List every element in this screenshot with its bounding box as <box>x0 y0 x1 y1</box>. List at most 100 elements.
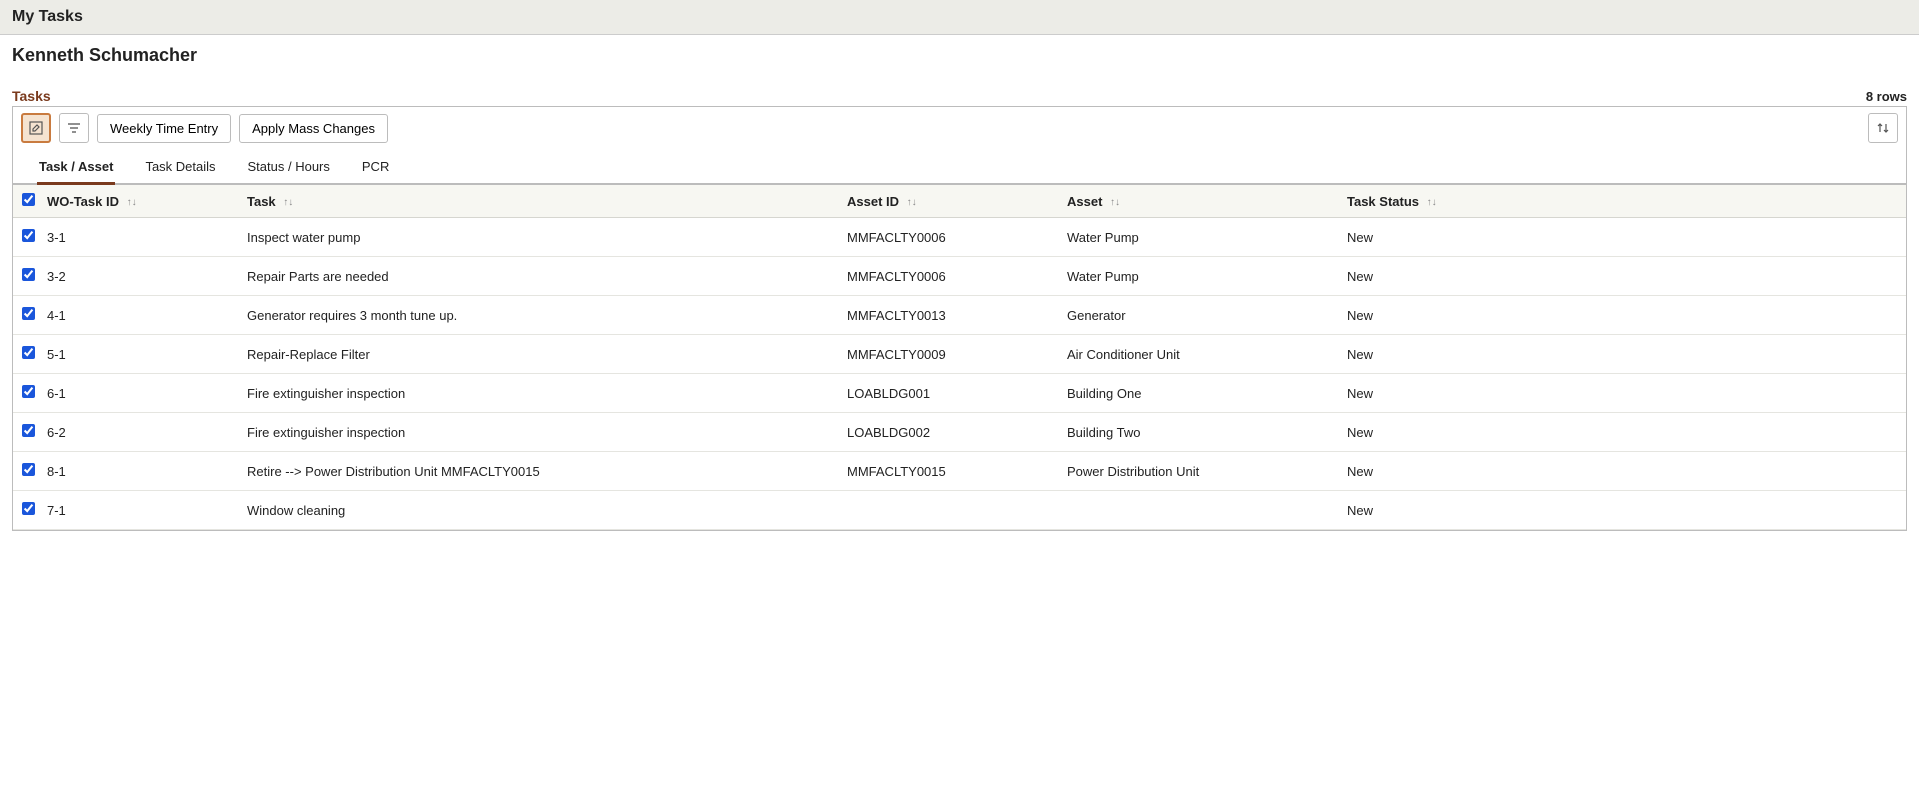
edit-icon <box>28 120 44 136</box>
cell-task-status: New <box>1341 374 1906 413</box>
toolbar: Weekly Time Entry Apply Mass Changes <box>12 106 1907 149</box>
cell-asset-id: MMFACLTY0006 <box>841 257 1061 296</box>
select-all-checkbox[interactable] <box>22 193 35 206</box>
row-checkbox-cell <box>13 257 41 296</box>
table-row[interactable]: 6-1Fire extinguisher inspectionLOABLDG00… <box>13 374 1906 413</box>
header-asset-id-label: Asset ID <box>847 194 899 209</box>
cell-task-status: New <box>1341 218 1906 257</box>
header-asset-id[interactable]: Asset ID ↑↓ <box>841 185 1061 218</box>
tab-pcr[interactable]: PCR <box>360 149 391 185</box>
cell-asset-id: MMFACLTY0006 <box>841 218 1061 257</box>
cell-asset: Air Conditioner Unit <box>1061 335 1341 374</box>
row-checkbox[interactable] <box>22 229 35 242</box>
row-checkbox[interactable] <box>22 268 35 281</box>
table-row[interactable]: 8-1Retire --> Power Distribution Unit MM… <box>13 452 1906 491</box>
sort-columns-button[interactable] <box>1868 113 1898 143</box>
tab-task-details[interactable]: Task Details <box>143 149 217 185</box>
row-checkbox-cell <box>13 374 41 413</box>
table-row[interactable]: 6-2Fire extinguisher inspectionLOABLDG00… <box>13 413 1906 452</box>
section-title: Tasks <box>12 88 51 104</box>
user-name: Kenneth Schumacher <box>12 45 1907 66</box>
cell-task-status: New <box>1341 452 1906 491</box>
table-header-row: WO-Task ID ↑↓ Task ↑↓ Asset ID ↑↓ Asset … <box>13 185 1906 218</box>
sort-icon: ↑↓ <box>1110 197 1120 208</box>
row-checkbox[interactable] <box>22 307 35 320</box>
tab-status-hours[interactable]: Status / Hours <box>246 149 332 185</box>
cell-asset-id: MMFACLTY0013 <box>841 296 1061 335</box>
cell-task: Fire extinguisher inspection <box>241 413 841 452</box>
sort-icon: ↑↓ <box>283 197 293 208</box>
cell-task: Retire --> Power Distribution Unit MMFAC… <box>241 452 841 491</box>
tabs: Task / Asset Task Details Status / Hours PC… <box>12 149 1907 185</box>
apply-mass-changes-button[interactable]: Apply Mass Changes <box>239 114 388 143</box>
cell-task: Inspect water pump <box>241 218 841 257</box>
cell-wo-task-id: 7-1 <box>41 491 241 530</box>
sort-up-down-icon <box>1876 121 1890 135</box>
header-wo-task-id[interactable]: WO-Task ID ↑↓ <box>41 185 241 218</box>
cell-asset: Water Pump <box>1061 257 1341 296</box>
table-wrap: WO-Task ID ↑↓ Task ↑↓ Asset ID ↑↓ Asset … <box>12 185 1907 531</box>
header-task-status[interactable]: Task Status ↑↓ <box>1341 185 1906 218</box>
cell-task: Generator requires 3 month tune up. <box>241 296 841 335</box>
cell-wo-task-id: 4-1 <box>41 296 241 335</box>
row-count: 8 rows <box>1866 89 1907 104</box>
table-row[interactable]: 3-2Repair Parts are neededMMFACLTY0006Wa… <box>13 257 1906 296</box>
cell-asset-id: MMFACLTY0015 <box>841 452 1061 491</box>
cell-wo-task-id: 6-2 <box>41 413 241 452</box>
cell-wo-task-id: 6-1 <box>41 374 241 413</box>
row-checkbox-cell <box>13 335 41 374</box>
row-checkbox-cell <box>13 491 41 530</box>
toolbar-right <box>1868 113 1898 143</box>
header-select-all <box>13 185 41 218</box>
header-asset[interactable]: Asset ↑↓ <box>1061 185 1341 218</box>
cell-asset-id: MMFACLTY0009 <box>841 335 1061 374</box>
row-checkbox[interactable] <box>22 502 35 515</box>
sort-icon: ↑↓ <box>1427 197 1437 208</box>
page-title: My Tasks <box>12 8 1907 26</box>
section-title-row: Tasks 8 rows <box>12 88 1907 104</box>
cell-asset: Building Two <box>1061 413 1341 452</box>
cell-task: Fire extinguisher inspection <box>241 374 841 413</box>
table-row[interactable]: 5-1Repair-Replace FilterMMFACLTY0009Air … <box>13 335 1906 374</box>
row-checkbox-cell <box>13 296 41 335</box>
sort-icon: ↑↓ <box>127 197 137 208</box>
weekly-time-entry-button[interactable]: Weekly Time Entry <box>97 114 231 143</box>
toolbar-left: Weekly Time Entry Apply Mass Changes <box>21 113 388 143</box>
filter-button[interactable] <box>59 113 89 143</box>
cell-task: Repair Parts are needed <box>241 257 841 296</box>
filter-icon <box>66 120 82 136</box>
cell-wo-task-id: 3-1 <box>41 218 241 257</box>
tab-task-asset[interactable]: Task / Asset <box>37 149 115 185</box>
row-checkbox[interactable] <box>22 346 35 359</box>
table-row[interactable]: 3-1Inspect water pumpMMFACLTY0006Water P… <box>13 218 1906 257</box>
header-task-label: Task <box>247 194 276 209</box>
row-checkbox[interactable] <box>22 463 35 476</box>
cell-asset-id <box>841 491 1061 530</box>
cell-task: Window cleaning <box>241 491 841 530</box>
row-checkbox[interactable] <box>22 385 35 398</box>
row-checkbox-cell <box>13 218 41 257</box>
cell-wo-task-id: 8-1 <box>41 452 241 491</box>
header-task-status-label: Task Status <box>1347 194 1419 209</box>
cell-task-status: New <box>1341 296 1906 335</box>
row-checkbox-cell <box>13 413 41 452</box>
header-wo-task-id-label: WO-Task ID <box>47 194 119 209</box>
edit-mode-button[interactable] <box>21 113 51 143</box>
cell-asset <box>1061 491 1341 530</box>
page-header: My Tasks <box>0 0 1919 35</box>
tasks-table: WO-Task ID ↑↓ Task ↑↓ Asset ID ↑↓ Asset … <box>13 185 1906 530</box>
row-checkbox-cell <box>13 452 41 491</box>
table-row[interactable]: 4-1Generator requires 3 month tune up.MM… <box>13 296 1906 335</box>
header-task[interactable]: Task ↑↓ <box>241 185 841 218</box>
cell-asset: Water Pump <box>1061 218 1341 257</box>
cell-asset-id: LOABLDG001 <box>841 374 1061 413</box>
cell-asset: Building One <box>1061 374 1341 413</box>
cell-wo-task-id: 5-1 <box>41 335 241 374</box>
cell-task: Repair-Replace Filter <box>241 335 841 374</box>
sort-icon: ↑↓ <box>907 197 917 208</box>
cell-asset: Generator <box>1061 296 1341 335</box>
table-row[interactable]: 7-1Window cleaningNew <box>13 491 1906 530</box>
header-asset-label: Asset <box>1067 194 1102 209</box>
table-body: 3-1Inspect water pumpMMFACLTY0006Water P… <box>13 218 1906 530</box>
row-checkbox[interactable] <box>22 424 35 437</box>
